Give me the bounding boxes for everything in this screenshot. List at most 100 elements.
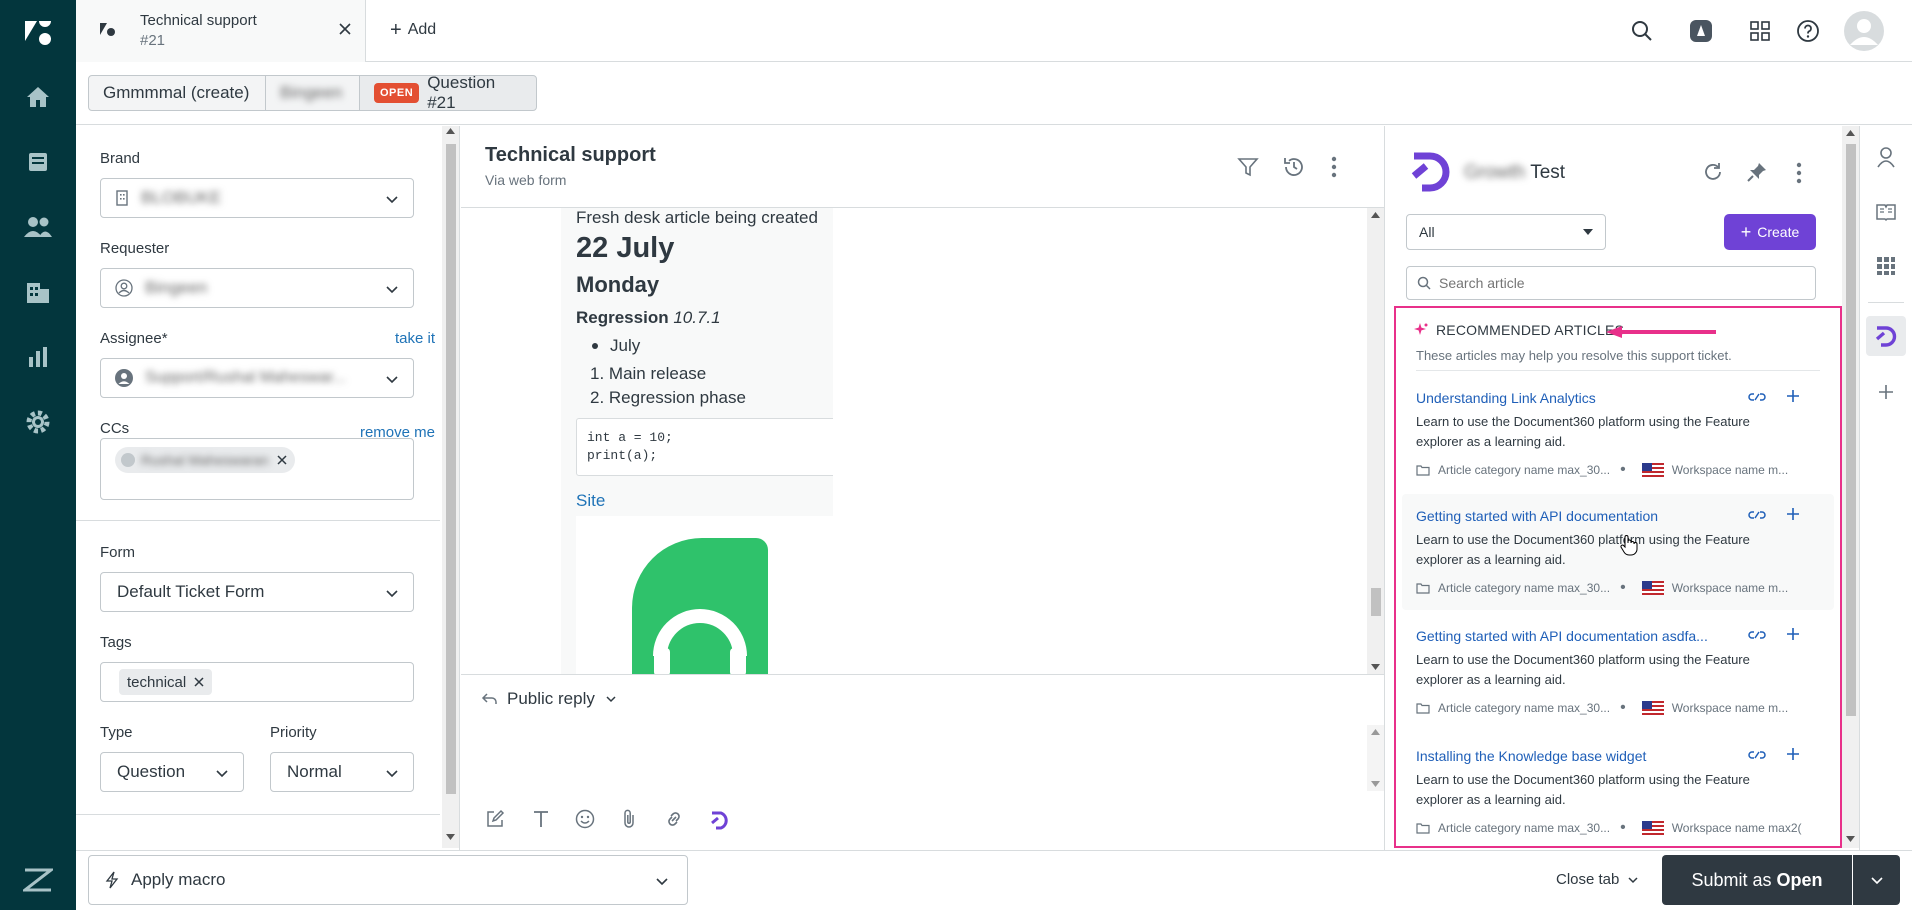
article-description: Learn to use the Document360 platform us… xyxy=(1416,772,1750,807)
scroll-up-icon[interactable] xyxy=(1371,212,1380,218)
divider xyxy=(76,814,440,815)
properties-scrollbar-thumb[interactable] xyxy=(446,144,456,794)
recommended-articles-section: RECOMMENDED ARTICLES These articles may … xyxy=(1394,306,1842,848)
article-workspace: Workspace name m... xyxy=(1671,463,1789,477)
copy-link-icon[interactable] xyxy=(1748,390,1766,404)
scroll-down-icon[interactable] xyxy=(1371,781,1380,787)
article-search-input[interactable] xyxy=(1439,275,1809,291)
search-icon[interactable] xyxy=(1626,15,1658,47)
home-icon[interactable] xyxy=(22,81,54,113)
link-icon[interactable] xyxy=(663,809,685,829)
insert-article-icon[interactable] xyxy=(1786,747,1800,761)
document360-app-icon[interactable] xyxy=(1866,316,1906,356)
document360-icon[interactable] xyxy=(709,809,731,831)
insert-article-icon[interactable] xyxy=(1786,627,1800,641)
customers-icon[interactable] xyxy=(22,211,54,243)
add-tab-button[interactable]: + Add xyxy=(390,20,436,40)
filter-icon[interactable] xyxy=(1237,156,1259,178)
insert-article-icon[interactable] xyxy=(1786,389,1800,403)
copy-link-icon[interactable] xyxy=(1748,628,1766,642)
priority-select[interactable]: Normal xyxy=(270,752,414,792)
conversation-scrollbar[interactable] xyxy=(1367,208,1384,674)
refresh-icon[interactable] xyxy=(1702,161,1724,183)
numbered-item-text: Regression phase xyxy=(608,388,746,407)
type-select[interactable]: Question xyxy=(100,752,244,792)
list-item[interactable]: Understanding Link Analytics Learn to us… xyxy=(1396,374,1840,492)
requester-select[interactable]: Bingeen xyxy=(100,268,414,308)
take-it-link[interactable]: take it xyxy=(395,330,435,347)
compose-icon[interactable] xyxy=(485,809,505,829)
list-item[interactable]: Getting started with API documentation a… xyxy=(1396,614,1840,732)
products-grid-icon[interactable] xyxy=(1744,15,1776,47)
reply-mode-toggle[interactable]: Public reply xyxy=(481,689,617,709)
chevron-down-icon xyxy=(385,372,399,386)
brand-select[interactable]: BLOBUKE xyxy=(100,178,414,218)
submit-status: Open xyxy=(1776,869,1823,890)
document360-logo-icon xyxy=(1410,152,1450,192)
reply-scrollbar[interactable] xyxy=(1367,725,1384,791)
breadcrumb-organization[interactable]: Gmmmmal (create) xyxy=(88,75,266,111)
bullet-item-text: July xyxy=(610,336,641,355)
copy-link-icon[interactable] xyxy=(1748,508,1766,522)
organizations-icon[interactable] xyxy=(22,276,54,308)
text-format-icon[interactable] xyxy=(531,809,551,829)
submit-options-button[interactable] xyxy=(1853,855,1900,905)
pin-icon[interactable] xyxy=(1746,161,1768,183)
remove-tag-icon[interactable] xyxy=(194,677,204,687)
admin-gear-icon[interactable] xyxy=(22,406,54,438)
help-icon[interactable] xyxy=(1792,15,1824,47)
scroll-down-icon[interactable] xyxy=(1371,664,1380,670)
close-tab-icon[interactable] xyxy=(338,22,352,36)
tags-field[interactable]: technical xyxy=(100,662,414,702)
history-icon[interactable] xyxy=(1282,155,1306,179)
emoji-icon[interactable] xyxy=(575,809,595,829)
ccs-field[interactable]: Rushal Maheswaran xyxy=(100,438,414,500)
scroll-down-icon[interactable] xyxy=(1846,836,1855,842)
user-profile-icon[interactable] xyxy=(1876,146,1896,168)
article-title[interactable]: Getting started with API documentation xyxy=(1416,508,1658,524)
list-item[interactable]: Getting started with API documentation L… xyxy=(1402,494,1834,610)
reporting-icon[interactable] xyxy=(22,341,54,373)
scroll-up-icon[interactable] xyxy=(1846,130,1855,136)
ai-assistant-icon[interactable] xyxy=(1685,15,1717,47)
close-tab-button[interactable]: Close tab xyxy=(1556,871,1639,888)
scroll-up-icon[interactable] xyxy=(446,128,455,134)
article-title[interactable]: Understanding Link Analytics xyxy=(1416,390,1596,406)
knowledge-book-icon[interactable] xyxy=(1875,202,1897,222)
breadcrumb-requester[interactable]: Bingeen xyxy=(265,75,360,111)
conversation-scrollbar-thumb[interactable] xyxy=(1371,588,1381,616)
insert-article-icon[interactable] xyxy=(1786,507,1800,521)
submit-button[interactable]: Submit as Open xyxy=(1662,855,1852,905)
app-scrollbar[interactable] xyxy=(1842,126,1859,848)
copy-link-icon[interactable] xyxy=(1748,748,1766,762)
zendesk-logo-icon[interactable] xyxy=(22,16,54,48)
ticket-tab-icon xyxy=(98,20,116,38)
views-icon[interactable] xyxy=(22,146,54,178)
filter-select[interactable]: All xyxy=(1406,214,1606,250)
ticket-tab[interactable]: Technical support #21 xyxy=(76,0,366,62)
brand-label: Brand xyxy=(100,150,141,167)
form-select[interactable]: Default Ticket Form xyxy=(100,572,414,612)
apps-grid-icon[interactable] xyxy=(1876,256,1896,276)
list-item[interactable]: Installing the Knowledge base widget Lea… xyxy=(1396,734,1840,846)
article-title[interactable]: Installing the Knowledge base widget xyxy=(1416,748,1646,764)
more-options-icon[interactable] xyxy=(1331,156,1337,178)
app-scrollbar-thumb[interactable] xyxy=(1846,144,1856,716)
add-app-icon[interactable] xyxy=(1878,384,1894,400)
user-avatar[interactable] xyxy=(1843,10,1885,52)
regression-line: Regression 10.7.1 xyxy=(576,308,721,328)
attachment-icon[interactable] xyxy=(621,809,637,829)
properties-scrollbar[interactable] xyxy=(442,126,459,848)
site-link[interactable]: Site xyxy=(576,491,605,511)
remove-cc-icon[interactable] xyxy=(277,455,287,465)
create-button[interactable]: + Create xyxy=(1724,214,1816,250)
apply-macro-select[interactable]: Apply macro xyxy=(88,855,688,905)
plus-icon: + xyxy=(390,19,402,41)
breadcrumb-ticket[interactable]: OPEN Question #21 xyxy=(359,73,537,112)
assignee-select[interactable]: Support/Rushal Maheswar... xyxy=(100,358,414,398)
more-options-icon[interactable] xyxy=(1796,162,1802,184)
scroll-down-icon[interactable] xyxy=(446,834,455,840)
reply-text-area[interactable] xyxy=(471,725,1361,791)
article-title[interactable]: Getting started with API documentation a… xyxy=(1416,628,1708,644)
scroll-up-icon[interactable] xyxy=(1371,729,1380,735)
